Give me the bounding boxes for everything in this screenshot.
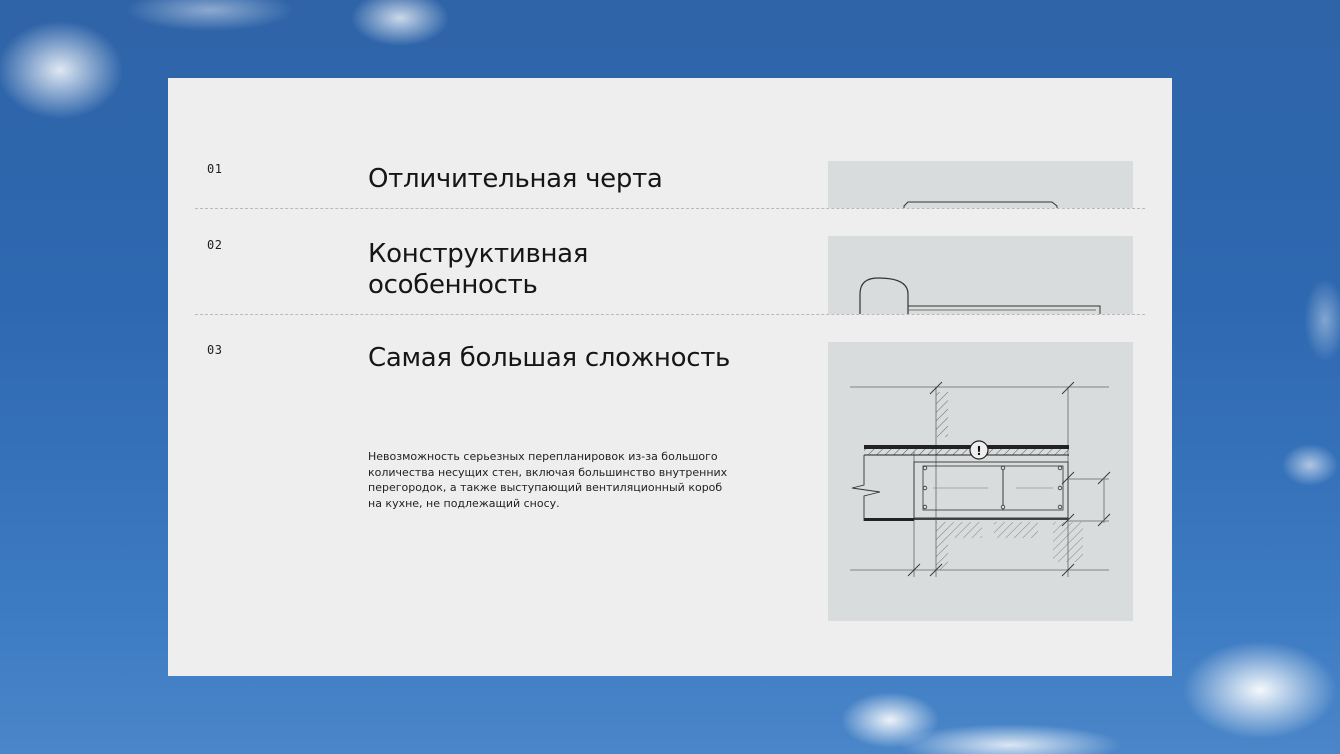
section-illustration: ! — [828, 342, 1133, 621]
content-card: 01 Отличительная черта 02 Конструктивная… — [168, 78, 1172, 676]
wall-section-drawing: ! — [850, 381, 1111, 577]
section-number: 01 — [207, 162, 223, 176]
warning-icon: ! — [976, 444, 981, 458]
section-number: 03 — [207, 343, 223, 357]
section-thumbnail — [828, 236, 1133, 314]
floorplan-drawing-preview — [859, 277, 1101, 314]
section-02[interactable]: 02 Конструктивная особенность — [168, 209, 1172, 314]
section-title: Конструктивная особенность — [368, 239, 589, 300]
section-number: 02 — [207, 238, 223, 252]
section-title: Отличительная черта — [368, 164, 663, 194]
section-03[interactable]: 03 Самая большая сложность Невозможность… — [168, 315, 1172, 675]
section-description: Невозможность серьезных перепланировок и… — [368, 450, 728, 510]
section-title: Самая большая сложность — [368, 343, 731, 373]
section-thumbnail — [828, 161, 1133, 208]
floorplan-drawing-preview — [903, 201, 1058, 208]
section-01[interactable]: 01 Отличительная черта — [168, 78, 1172, 209]
